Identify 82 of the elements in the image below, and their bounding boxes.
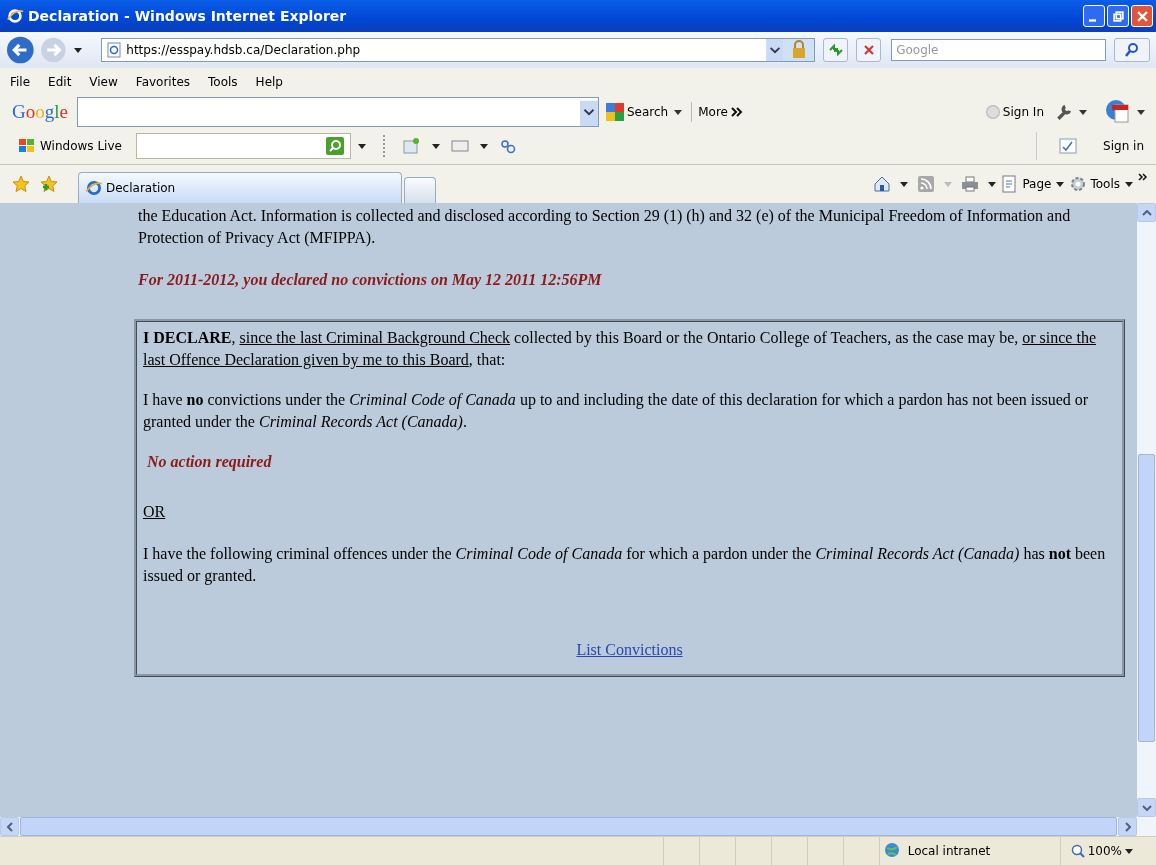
close-icon [1136,10,1148,22]
printer-icon[interactable] [961,175,980,193]
tools-menu-button[interactable]: Tools [1069,175,1120,193]
checkbox-icon[interactable] [1059,137,1078,155]
refresh-button[interactable] [823,38,849,62]
chevron-icon [730,107,743,117]
search-field[interactable]: Google [891,39,1106,61]
declaration-notice: For 2011-2012, you declared no convictions on May 12 2011 12:56PM [138,270,603,291]
home-icon[interactable] [873,175,892,193]
squares-icon [605,103,624,121]
search-button[interactable]: Search [626,105,669,119]
offences-text: I have the following criminal offences under the Criminal Code of Canada for which a pardon under the Criminal Records Act (Canada) has not been issued or granted. [143,544,1107,587]
wrench-icon[interactable] [1055,103,1073,121]
caret-icon[interactable] [1056,181,1065,187]
menu-item[interactable]: Tools [208,75,238,89]
magnifier-icon [1070,844,1085,858]
address-field[interactable]: https://esspay.hdsb.ca/Declaration.php [101,38,816,62]
privacy-text: the Education Act. Information is collected and disclosed according to Section 29 (1) (h) and 32 (e) of the Municipal Freedom of Information and Protection of Privacy Act (MFIPPA). [138,206,1072,249]
scroll-up-icon[interactable] [1141,209,1152,216]
caret-icon[interactable] [988,181,997,187]
close-button[interactable] [1131,5,1153,27]
caret-icon[interactable] [1125,848,1133,854]
restore-icon [1112,10,1124,22]
caret-icon[interactable] [1125,181,1133,187]
sign-in-button[interactable]: Sign In [1002,105,1044,119]
zoom-button[interactable]: 100% [1059,837,1122,865]
gear-icon [1069,175,1088,193]
google-logo: Google [12,101,68,123]
menu-item[interactable]: Help [255,75,283,89]
dropdown-icon[interactable] [579,98,598,126]
sign-in-button[interactable]: Sign in [1103,139,1144,153]
chevron-icon[interactable] [1138,173,1148,181]
star-icon[interactable] [12,175,30,193]
page-menu-button[interactable]: Page [1001,175,1052,193]
minimize-icon [1089,18,1096,22]
list-convictions-link[interactable]: List Convictions [576,641,683,658]
caret-icon[interactable] [1079,109,1087,115]
windows-flag-icon [18,138,36,154]
toolbar-label: Windows Live [40,139,122,153]
security-zone-text: Local intranet [907,844,991,858]
caret-icon[interactable] [674,109,683,115]
caret-icon[interactable] [900,181,909,187]
stop-button[interactable] [856,38,882,62]
vertical-scrollbar[interactable] [1137,203,1156,817]
caret-icon[interactable] [1137,109,1145,115]
live-search-field[interactable] [135,133,351,159]
no-convictions-text: I have no convictions under the Criminal Code of Canada up to and including the date of this declaration for which a pardon has not been issued or granted under the Criminal Records Act (Canada). [143,390,1090,433]
menu-item[interactable]: File [10,75,31,89]
caret-icon[interactable] [357,143,366,149]
menu-item[interactable]: Edit [48,75,72,89]
caret-icon[interactable] [74,47,83,53]
browser-logo-icon [85,179,103,197]
menu-item[interactable]: View [89,75,118,89]
refresh-icon [827,42,844,58]
close-icon [862,44,875,56]
caret-icon[interactable] [431,143,440,149]
dropdown-icon[interactable] [766,39,785,61]
search-icon [1123,42,1140,58]
action-text: No action required [146,452,273,473]
declaration-text: I DECLARE, since the last Criminal Background Check collected by this Board or the Ontario College of Teachers, as the case may be, or since the last Offence Declaration given by me to this Board, that: [143,328,1097,371]
scroll-right-icon[interactable] [1124,821,1131,832]
window-title: Declaration - Windows Internet Explorer [28,8,348,24]
more-button[interactable]: More [698,105,728,119]
search-icon[interactable] [325,137,344,155]
browser-logo-icon [6,7,24,25]
toolbar-search-field[interactable] [76,97,599,127]
restore-button[interactable] [1107,5,1129,27]
or-text: OR [143,502,167,522]
minimize-button[interactable] [1083,5,1105,27]
add-favorite-icon[interactable] [40,175,58,193]
feed-icon[interactable] [917,175,936,193]
page-icon [107,42,122,58]
back-button[interactable] [6,35,35,65]
browser-tab[interactable]: Declaration [78,172,402,203]
scroll-left-icon[interactable] [6,821,13,832]
search-button[interactable] [1113,38,1150,62]
scroll-down-icon[interactable] [1141,804,1152,811]
globe-icon [883,842,902,860]
caret-icon[interactable] [479,143,488,149]
menu-item[interactable]: Favorites [135,75,191,89]
horizontal-scrollbar[interactable] [0,817,1156,836]
status-dot-icon [985,105,1000,119]
